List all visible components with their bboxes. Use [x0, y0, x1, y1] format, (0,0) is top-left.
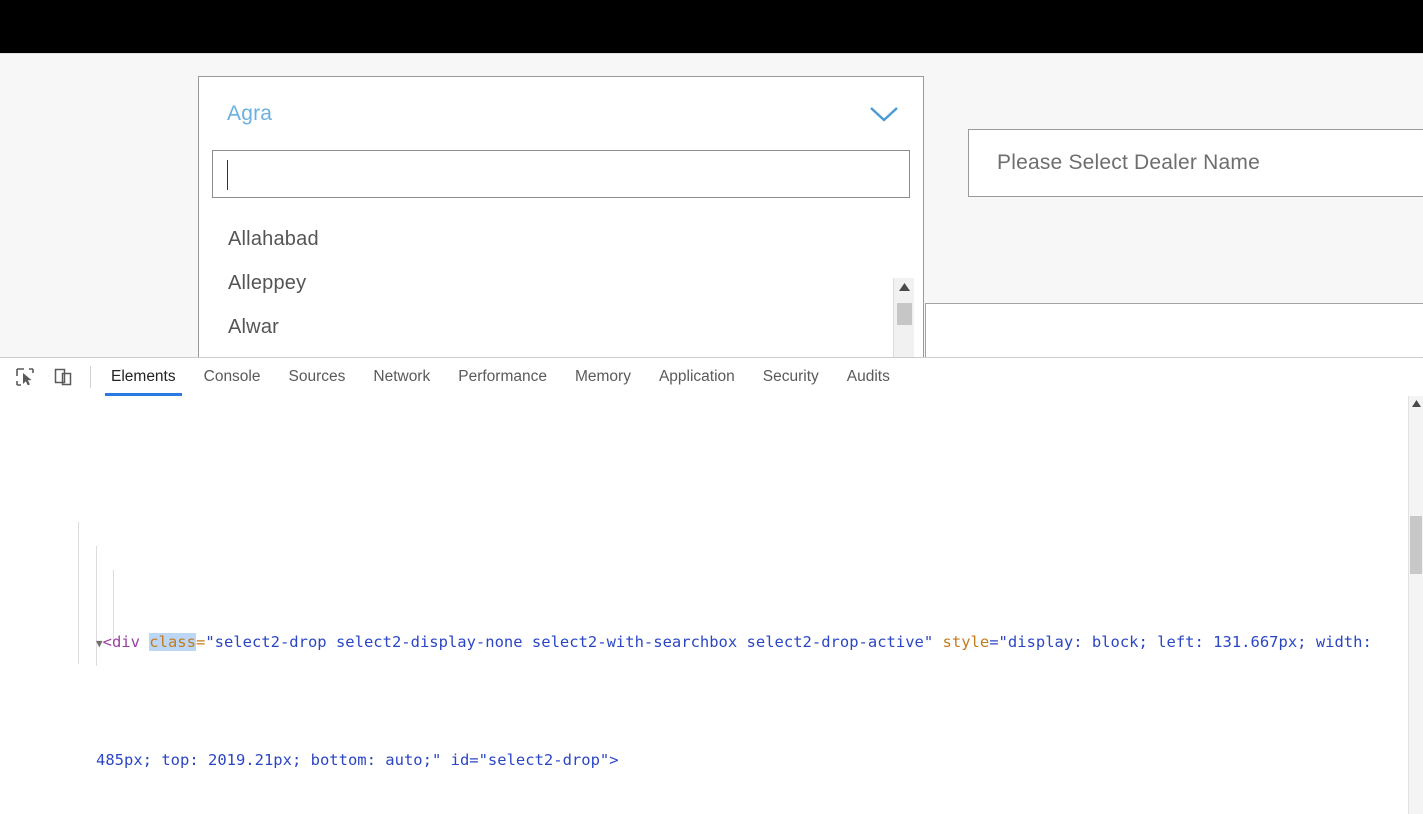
scroll-up-arrow-icon[interactable]	[1409, 396, 1423, 410]
form-row-white	[925, 303, 1423, 357]
results-scrollbar[interactable]	[893, 278, 914, 357]
dealer-name-field[interactable]: Please Select Dealer Name	[968, 129, 1423, 197]
disclosure-triangle-icon[interactable]: ▼	[96, 637, 103, 650]
dom-attr-name: style	[933, 633, 990, 651]
page-viewport: Agra Allahabad Alleppey Alwar Please Sel…	[0, 53, 1423, 357]
tab-sources[interactable]: Sources	[275, 358, 360, 396]
text-caret	[227, 160, 228, 190]
devtools-scrollbar[interactable]	[1408, 396, 1423, 814]
dom-attr-value: ="display: block; left: 131.667px; width…	[989, 633, 1372, 651]
dealer-name-placeholder: Please Select Dealer Name	[997, 151, 1260, 174]
dom-line[interactable]: 485px; top: 2019.21px; bottom: auto;" id…	[0, 725, 1423, 769]
city-select2-dropdown[interactable]: Agra Allahabad Alleppey Alwar	[198, 76, 924, 357]
toolbar-divider	[90, 366, 91, 388]
inspect-element-icon[interactable]	[12, 364, 38, 390]
dom-attr-value: "select2-drop select2-display-none selec…	[205, 633, 934, 651]
city-results-list[interactable]: Allahabad Alleppey Alwar	[200, 204, 922, 357]
eq: =	[195, 633, 206, 651]
city-search-input[interactable]	[212, 150, 910, 198]
devtools-toolbar: Elements Console Sources Network Perform…	[0, 358, 1423, 397]
tab-memory[interactable]: Memory	[561, 358, 645, 396]
scroll-up-arrow-icon[interactable]	[894, 278, 914, 296]
scrollbar-thumb[interactable]	[1410, 516, 1422, 574]
list-item[interactable]: Alwar	[200, 305, 922, 349]
tab-audits[interactable]: Audits	[833, 358, 904, 396]
city-select-choice[interactable]: Agra	[199, 77, 923, 150]
dom-tree-view[interactable]: ▼<div class="select2-drop select2-displa…	[0, 396, 1423, 814]
chevron-down-icon[interactable]	[867, 104, 901, 124]
devtools-tab-bar: Elements Console Sources Network Perform…	[97, 358, 904, 396]
device-toolbar-icon[interactable]	[50, 364, 76, 390]
tab-performance[interactable]: Performance	[444, 358, 561, 396]
browser-chrome-bar	[0, 0, 1423, 53]
dom-line[interactable]: ▼<div class="select2-drop select2-displa…	[0, 608, 1423, 651]
tab-elements[interactable]: Elements	[97, 358, 190, 396]
list-item[interactable]: Allahabad	[200, 217, 922, 261]
page-top-divider	[0, 53, 1423, 54]
tab-security[interactable]: Security	[749, 358, 833, 396]
dom-attr-value-cont: 485px; top: 2019.21px; bottom: auto;" id…	[96, 750, 619, 769]
tab-application[interactable]: Application	[645, 358, 749, 396]
tab-network[interactable]: Network	[359, 358, 444, 396]
scrollbar-thumb[interactable]	[897, 303, 912, 325]
tab-console[interactable]: Console	[190, 358, 275, 396]
selected-attr-name: class	[149, 633, 196, 651]
city-selected-value: Agra	[227, 101, 273, 125]
devtools-panel: Elements Console Sources Network Perform…	[0, 357, 1423, 814]
dom-tag: <div	[102, 633, 150, 651]
list-item[interactable]: Alleppey	[200, 261, 922, 305]
